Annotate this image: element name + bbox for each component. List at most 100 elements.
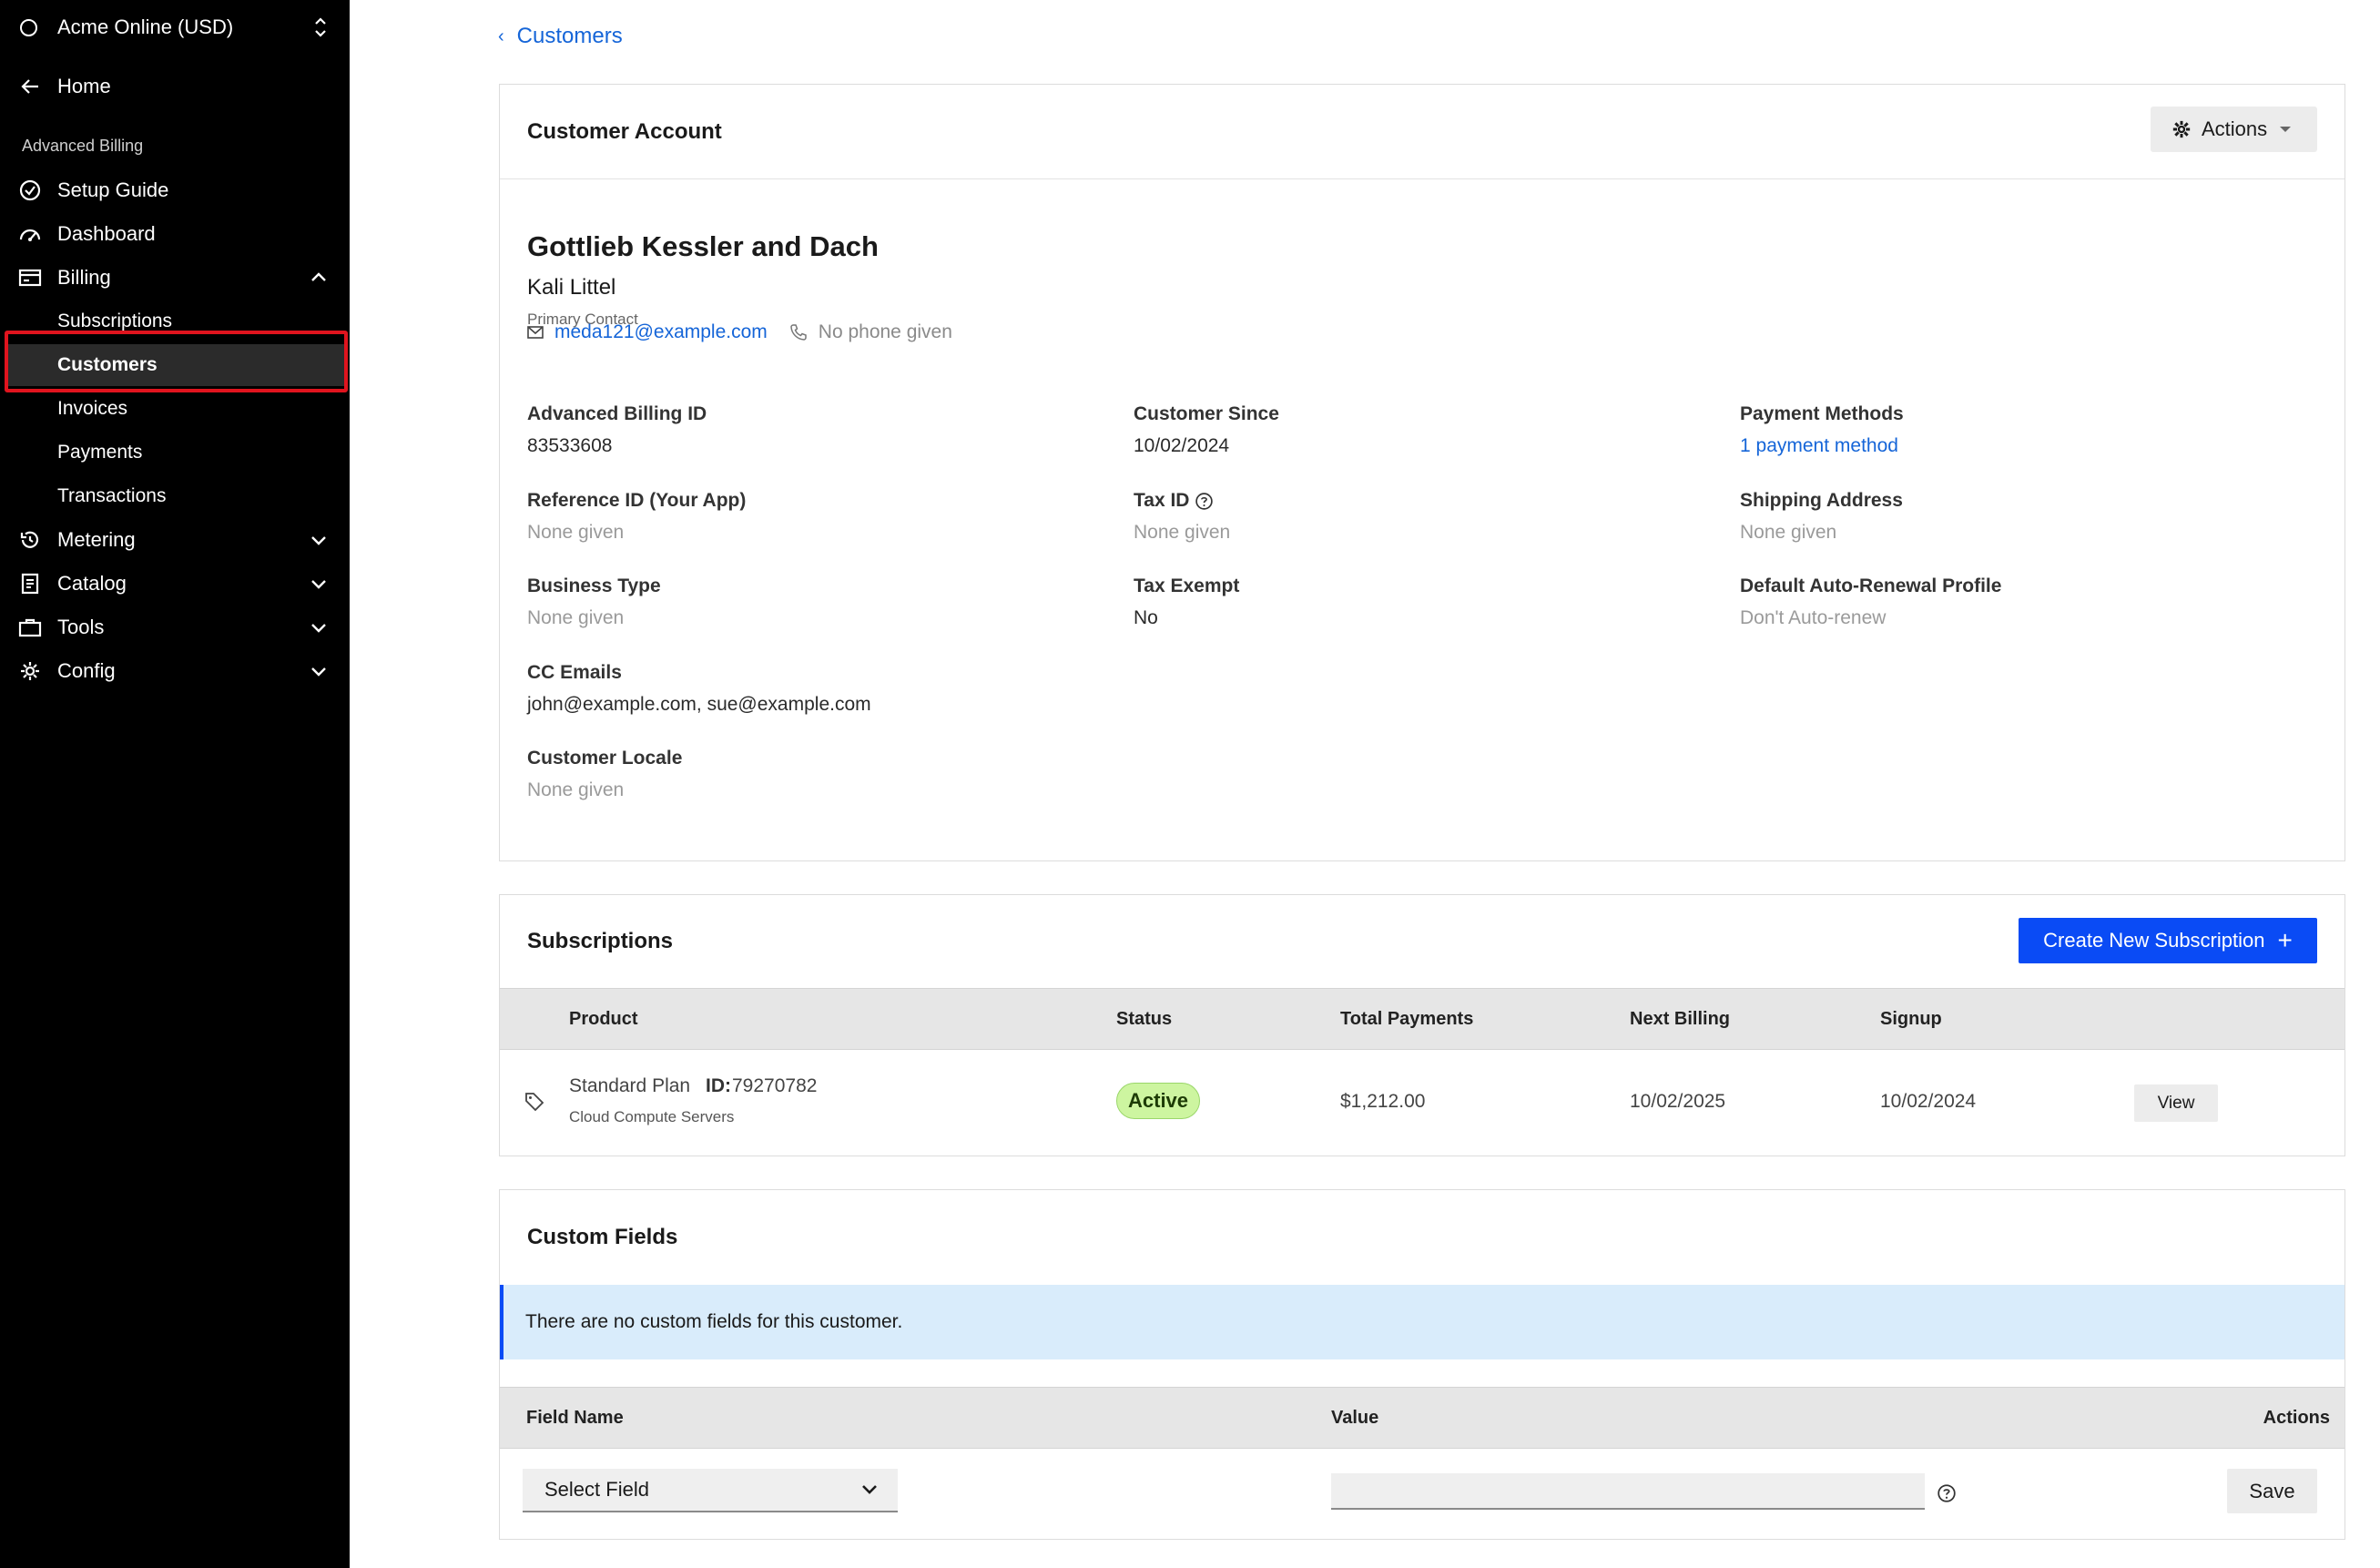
actions-button[interactable]: Actions bbox=[2151, 107, 2317, 152]
status-badge: Active bbox=[1116, 1083, 1201, 1119]
field-value: 10/02/2024 bbox=[1134, 435, 1230, 456]
field-customer-since: Customer Since 10/02/2024 bbox=[1134, 403, 1279, 457]
select-value: Select Field bbox=[544, 1478, 649, 1501]
custom-fields-header: Custom Fields bbox=[500, 1190, 2344, 1285]
field-label: Reference ID (Your App) bbox=[527, 490, 747, 511]
document-list-icon bbox=[18, 572, 42, 596]
gear-icon bbox=[2172, 120, 2191, 138]
org-circle-icon bbox=[20, 18, 37, 36]
column-product: Product bbox=[569, 1009, 638, 1029]
breadcrumb[interactable]: ‹ Customers bbox=[498, 24, 623, 49]
payment-methods-link[interactable]: 1 payment method bbox=[1740, 435, 1904, 457]
selection-highlight bbox=[5, 331, 348, 392]
field-label: Customer Locale bbox=[527, 748, 683, 769]
chevron-up-icon bbox=[311, 272, 326, 281]
product-id: 79270782 bbox=[732, 1075, 818, 1096]
org-switcher[interactable]: Acme Online (USD) bbox=[0, 0, 350, 55]
column-status: Status bbox=[1116, 1009, 1173, 1029]
nav-billing[interactable]: Billing bbox=[0, 257, 350, 299]
field-value: Don't Auto-renew bbox=[1740, 607, 1887, 628]
breadcrumb-customers[interactable]: Customers bbox=[517, 24, 623, 49]
column-signup: Signup bbox=[1880, 1009, 1942, 1029]
create-subscription-button[interactable]: Create New Subscription + bbox=[2019, 918, 2317, 963]
nav-config-label: Config bbox=[57, 659, 116, 682]
field-label: CC Emails bbox=[527, 662, 622, 683]
field-reference-id: Reference ID (Your App) None given bbox=[527, 490, 746, 544]
field-value: 83533608 bbox=[527, 435, 613, 456]
field-value: No bbox=[1134, 607, 1158, 628]
mail-icon bbox=[527, 326, 544, 339]
field-label: Shipping Address bbox=[1740, 490, 1903, 511]
customer-account-title: Customer Account bbox=[527, 118, 722, 144]
section-label: Advanced Billing bbox=[22, 137, 144, 155]
column-field-name: Field Name bbox=[526, 1408, 624, 1428]
product-name: Standard Plan bbox=[569, 1075, 691, 1096]
field-name-select[interactable]: Select Field bbox=[523, 1469, 898, 1512]
next-billing: 10/02/2025 bbox=[1630, 1091, 1726, 1112]
tag-icon bbox=[525, 1093, 544, 1112]
actions-label: Actions bbox=[2202, 117, 2268, 140]
plus-icon: + bbox=[2277, 926, 2293, 954]
customer-account-header: Customer Account Actions bbox=[500, 85, 2344, 179]
help-icon[interactable] bbox=[1195, 492, 1214, 511]
nav-setup-guide-label: Setup Guide bbox=[57, 178, 169, 201]
nav-dashboard[interactable]: Dashboard bbox=[0, 213, 350, 255]
chevron-left-icon: ‹ bbox=[498, 25, 504, 46]
customer-name: Gottlieb Kessler and Dach bbox=[527, 230, 879, 262]
nav-metering[interactable]: Metering bbox=[0, 519, 350, 561]
field-value: None given bbox=[527, 522, 625, 543]
billing-card-icon bbox=[18, 266, 42, 290]
nav-payments[interactable]: Payments bbox=[0, 432, 350, 473]
check-circle-icon bbox=[18, 178, 42, 202]
chevron-down-icon bbox=[862, 1485, 877, 1494]
subscriptions-title: Subscriptions bbox=[527, 929, 674, 953]
nav-tools-label: Tools bbox=[57, 616, 105, 638]
nav-transactions[interactable]: Transactions bbox=[0, 475, 350, 517]
nav-tools[interactable]: Tools bbox=[0, 606, 350, 648]
org-name: Acme Online (USD) bbox=[57, 15, 234, 38]
chevron-down-icon bbox=[311, 624, 326, 633]
nav-invoices[interactable]: Invoices bbox=[0, 388, 350, 430]
signup-date: 10/02/2024 bbox=[1880, 1091, 1977, 1112]
field-business-type: Business Type None given bbox=[527, 575, 661, 629]
arrow-left-icon bbox=[18, 75, 42, 98]
field-value: None given bbox=[1740, 522, 1837, 543]
nav-home-label: Home bbox=[57, 75, 111, 97]
contact-details: meda121@example.com No phone given bbox=[527, 321, 952, 343]
caret-down-icon bbox=[2280, 127, 2292, 132]
subscriptions-table-header: Product Status Total Payments Next Billi… bbox=[500, 988, 2344, 1050]
field-label: Customer Since bbox=[1134, 403, 1279, 424]
briefcase-icon bbox=[18, 616, 42, 639]
field-label: Advanced Billing ID bbox=[527, 403, 707, 424]
field-label: Payment Methods bbox=[1740, 403, 1904, 424]
help-icon[interactable] bbox=[1937, 1483, 1957, 1503]
custom-fields-table-header: Field Name Value Actions bbox=[500, 1387, 2344, 1449]
field-customer-locale: Customer Locale None given bbox=[527, 748, 682, 801]
nav-home[interactable]: Home bbox=[0, 66, 350, 107]
custom-fields-card: Custom Fields There are no custom fields… bbox=[499, 1189, 2345, 1540]
field-auto-renewal: Default Auto-Renewal Profile Don't Auto-… bbox=[1740, 575, 2001, 629]
customer-account-card: Customer Account Actions Gottlieb Kessle… bbox=[499, 84, 2345, 861]
custom-fields-title: Custom Fields bbox=[527, 1225, 678, 1249]
field-value-input[interactable] bbox=[1331, 1473, 1925, 1510]
column-value: Value bbox=[1331, 1408, 1379, 1428]
contact-name: Kali Littel bbox=[527, 275, 616, 300]
field-value: None given bbox=[1134, 522, 1231, 543]
save-button[interactable]: Save bbox=[2227, 1469, 2317, 1513]
nav-catalog[interactable]: Catalog bbox=[0, 563, 350, 605]
field-cc-emails: CC Emails john@example.com, sue@example.… bbox=[527, 662, 871, 716]
field-value: john@example.com, sue@example.com bbox=[527, 694, 871, 715]
field-billing-id: Advanced Billing ID 83533608 bbox=[527, 403, 707, 457]
field-payment-methods: Payment Methods 1 payment method bbox=[1740, 403, 1904, 457]
chevron-down-icon bbox=[311, 667, 326, 677]
nav-setup-guide[interactable]: Setup Guide bbox=[0, 169, 350, 211]
nav-config[interactable]: Config bbox=[0, 650, 350, 692]
view-subscription-button[interactable]: View bbox=[2134, 1084, 2218, 1122]
column-actions: Actions bbox=[2263, 1408, 2330, 1428]
chevron-down-icon bbox=[311, 536, 326, 545]
create-subscription-label: Create New Subscription bbox=[2043, 929, 2265, 952]
chevron-down-icon bbox=[311, 580, 326, 589]
column-next-billing: Next Billing bbox=[1630, 1009, 1731, 1029]
contact-email-link[interactable]: meda121@example.com bbox=[554, 321, 768, 343]
nav-metering-label: Metering bbox=[57, 528, 136, 551]
